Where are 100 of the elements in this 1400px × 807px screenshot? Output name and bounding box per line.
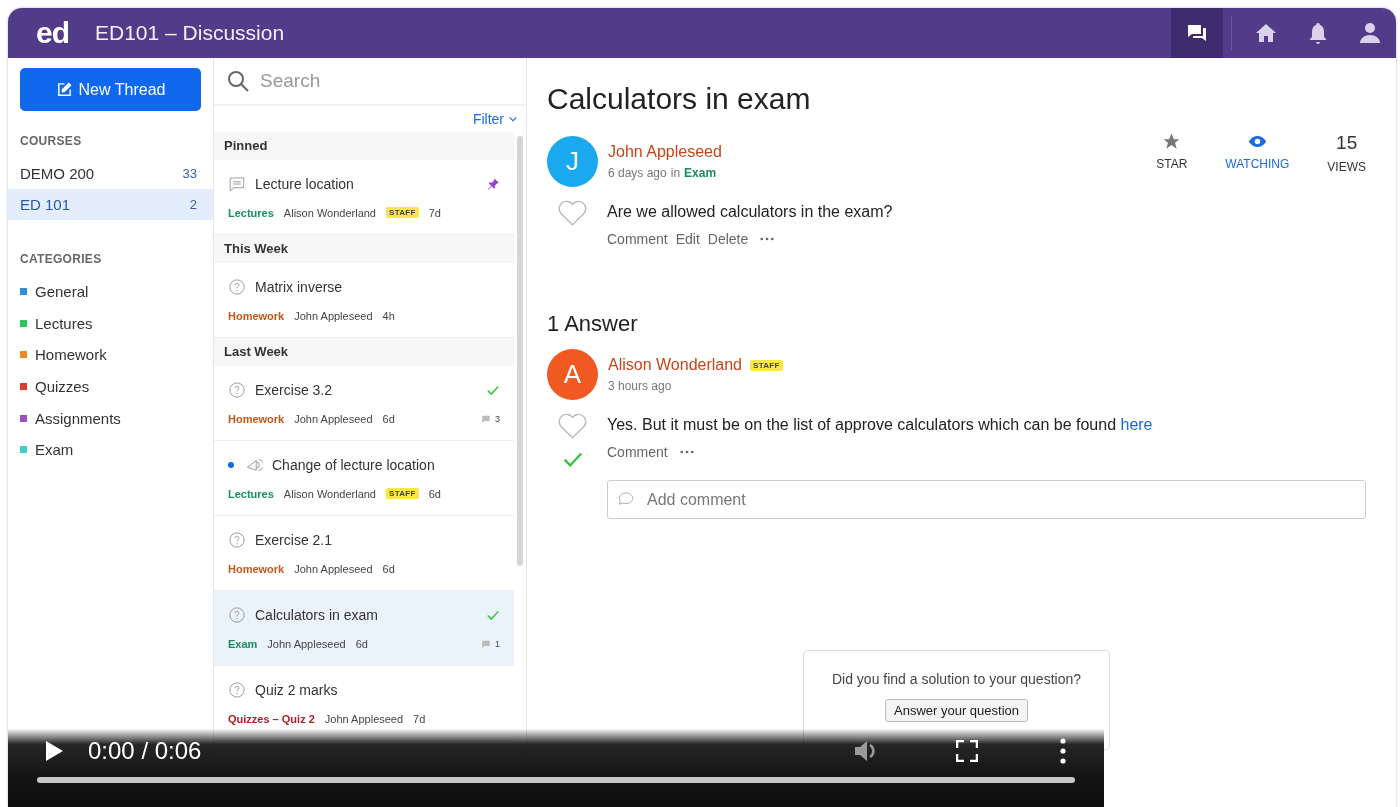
course-count: 2 xyxy=(189,197,197,212)
thread-title: Calculators in exam xyxy=(255,606,378,623)
post-time: 3 hours ago xyxy=(608,379,673,393)
thread-category: Lectures xyxy=(228,487,274,500)
thread-age: 7d xyxy=(413,712,426,725)
thread-title: Exercise 3.2 xyxy=(255,381,333,398)
thread-author: John Appleseed xyxy=(294,562,373,575)
course-item[interactable]: DEMO 200 33 xyxy=(8,158,213,189)
watch-button[interactable]: WATCHING xyxy=(1225,132,1290,171)
new-thread-button[interactable]: New Thread xyxy=(20,68,201,111)
category-link[interactable]: Lectures xyxy=(35,314,93,332)
thread-item[interactable]: Calculators in exam Exam John Appleseed 6d 1 xyxy=(214,591,514,666)
thread-author: Alison Wonderland xyxy=(283,206,376,219)
thread-author: Alison Wonderland xyxy=(283,487,376,500)
thread-age: 7d xyxy=(428,206,441,219)
thread-category: Homework xyxy=(228,412,285,425)
thread-heading: Calculators in exam xyxy=(547,82,812,116)
avatar: A xyxy=(547,349,598,400)
thread-category: Homework xyxy=(228,562,285,575)
thread-title: Exercise 2.1 xyxy=(255,531,333,548)
question-icon xyxy=(228,530,246,549)
star-button[interactable]: STAR xyxy=(1156,132,1188,171)
home-icon xyxy=(1254,21,1278,45)
category-link[interactable]: Exam xyxy=(684,166,717,180)
action-link[interactable]: Comment xyxy=(607,231,668,247)
comment-icon xyxy=(481,413,491,424)
comment-count: 1 xyxy=(495,638,500,649)
post-time: 6 days ago xyxy=(608,166,667,180)
link[interactable]: here xyxy=(1120,416,1153,433)
search-icon xyxy=(226,69,250,93)
page-title: ED101 – Discussion xyxy=(95,21,285,45)
role-badge: STAFF xyxy=(750,359,783,371)
answer-text: Yes. But it must be on the list of approve calculators which can be found here xyxy=(607,416,1154,434)
fullscreen-icon[interactable] xyxy=(956,740,978,762)
thread-age: 6d xyxy=(428,487,441,500)
section-heading: CATEGORIES xyxy=(20,252,103,266)
scrollbar[interactable] xyxy=(517,136,523,566)
action-link[interactable]: Delete xyxy=(707,231,749,247)
category-link[interactable]: General xyxy=(35,283,89,301)
filter-dropdown[interactable]: Filter xyxy=(472,111,518,127)
thread-author: John Appleseed xyxy=(324,712,404,725)
thread-title: Quiz 2 marks xyxy=(255,681,338,698)
role-badge: STAFF xyxy=(386,488,419,499)
question-icon xyxy=(228,380,246,399)
more-vertical-icon[interactable] xyxy=(1060,738,1066,764)
question-icon xyxy=(228,680,246,699)
play-icon[interactable] xyxy=(44,740,64,762)
thread-title: Change of lecture location xyxy=(272,456,435,473)
in-label: in xyxy=(670,166,681,180)
group-heading: Pinned xyxy=(214,132,514,160)
feedback-question: Did you find a solution to your question? xyxy=(831,671,1081,687)
views-stat: 15 VIEWS xyxy=(1327,132,1366,174)
thread-author: John Appleseed xyxy=(294,412,373,425)
user-icon xyxy=(1358,21,1382,45)
more-icon[interactable] xyxy=(679,450,694,454)
search-field[interactable]: Search xyxy=(260,66,514,96)
comment-icon xyxy=(481,638,491,649)
comment-count: 3 xyxy=(495,413,500,424)
thread-age: 6d xyxy=(382,562,395,575)
speech-bubble-icon xyxy=(617,490,635,508)
thread-category: Exam xyxy=(228,637,258,650)
thread-category: Lectures xyxy=(228,206,274,219)
group-heading: Last Week xyxy=(214,338,514,366)
thread-category: Quizzes – Quiz 2 xyxy=(228,712,315,725)
logo[interactable]: ed xyxy=(36,16,69,50)
edit-icon xyxy=(55,81,73,98)
action-link[interactable]: Edit xyxy=(675,231,700,247)
question-icon xyxy=(228,605,246,624)
video-time: 0:00 / 0:06 xyxy=(88,737,202,765)
author-name[interactable]: Alison Wonderland xyxy=(608,356,742,374)
course-item[interactable]: ED 101 2 xyxy=(8,189,213,220)
comment-field[interactable]: Add comment xyxy=(607,480,1366,519)
section-heading: COURSES xyxy=(20,134,83,148)
thread-age: 6d xyxy=(382,412,395,425)
author-name[interactable]: John Appleseed xyxy=(608,143,722,161)
category-link[interactable]: Homework xyxy=(35,346,107,364)
group-heading: This Week xyxy=(214,235,514,263)
post-text: Are we allowed calculators in the exam? xyxy=(607,203,894,221)
more-icon[interactable] xyxy=(760,237,775,241)
thread-age: 6d xyxy=(355,637,368,650)
thread-author: John Appleseed xyxy=(294,309,373,322)
post-icon xyxy=(228,174,246,193)
thread-age: 4h xyxy=(382,309,395,322)
question-icon xyxy=(228,277,246,296)
role-badge: STAFF xyxy=(386,207,419,218)
answer-button[interactable]: Answer your question xyxy=(885,699,1028,722)
category-link[interactable]: Assignments xyxy=(35,409,121,427)
chevron-down-icon xyxy=(508,114,518,124)
category-link[interactable]: Exam xyxy=(35,441,74,459)
thread-author: John Appleseed xyxy=(267,637,346,650)
nav-button[interactable] xyxy=(1171,8,1223,58)
thread-title: Lecture location xyxy=(255,175,354,192)
avatar: J xyxy=(547,136,598,187)
thread-category: Homework xyxy=(228,309,285,322)
course-count: 33 xyxy=(182,166,197,181)
action-link[interactable]: Comment xyxy=(607,444,668,460)
star-icon xyxy=(1162,132,1182,151)
answers-heading: 1 Answer xyxy=(547,311,639,337)
thread-title: Matrix inverse xyxy=(255,278,343,295)
category-link[interactable]: Quizzes xyxy=(35,378,90,396)
